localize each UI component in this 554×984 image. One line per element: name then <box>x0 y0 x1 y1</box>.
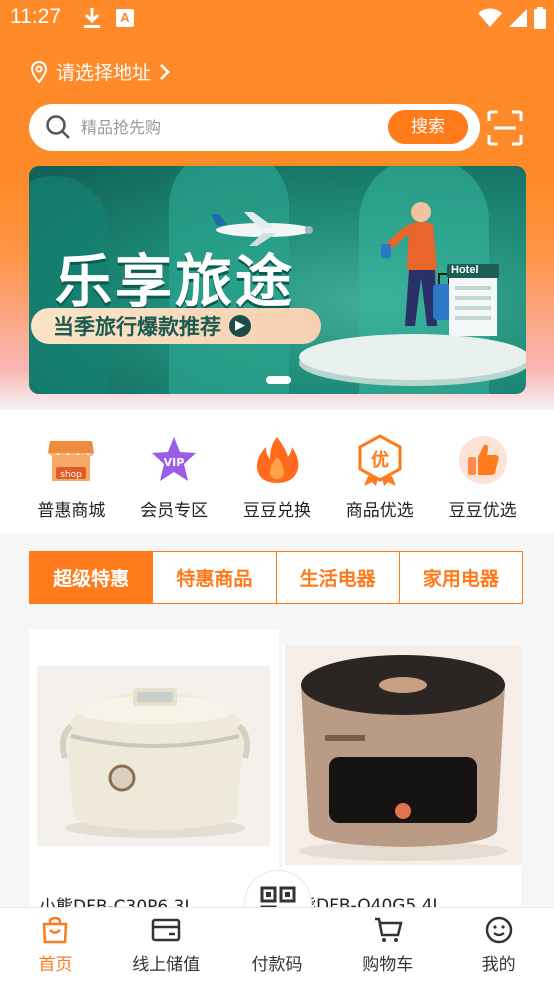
search-input[interactable] <box>81 112 401 142</box>
status-bar: 11:27 A <box>0 0 554 38</box>
quick-nav-item-exchange[interactable]: 豆豆兑换 <box>232 410 322 534</box>
tab-life-appliances[interactable]: 生活电器 <box>277 552 400 603</box>
quick-nav-item-picks[interactable]: 豆豆优选 <box>438 410 528 534</box>
status-indicators <box>478 7 546 29</box>
hotel-sign-text: Hotel <box>451 264 479 276</box>
scan-icon[interactable] <box>487 110 523 146</box>
shop-icon: shop <box>45 434 97 486</box>
app-notification-icon: A <box>116 9 134 27</box>
quick-nav-label: 豆豆优选 <box>448 501 517 521</box>
thumbs-up-icon <box>457 434 509 486</box>
product-card[interactable]: 小熊DFB-Q40G5 4L <box>282 645 521 916</box>
nav-label: 线上储值 <box>132 955 201 975</box>
wifi-icon <box>478 8 502 27</box>
status-time: 11:27 <box>10 5 61 28</box>
tab-home-appliances[interactable]: 家用电器 <box>400 552 522 603</box>
nav-payment-code[interactable]: 付款码 <box>222 908 333 984</box>
cart-icon <box>374 917 403 942</box>
search-bar: 搜索 <box>29 104 480 151</box>
quick-nav-label: 会员专区 <box>140 501 209 521</box>
location-pin-icon <box>30 60 48 83</box>
banner-title: 乐享旅途 <box>55 249 295 315</box>
nav-profile[interactable]: 我的 <box>443 908 554 984</box>
location-selector[interactable]: 请选择地址 <box>30 58 171 85</box>
location-label: 请选择地址 <box>56 62 152 84</box>
nav-label: 购物车 <box>362 955 414 975</box>
nav-home[interactable]: 首页 <box>0 908 111 984</box>
nav-top-up[interactable]: 线上储值 <box>111 908 222 984</box>
nav-cart[interactable]: 购物车 <box>332 908 443 984</box>
card-icon <box>151 918 181 942</box>
banner-stage <box>299 334 526 380</box>
chevron-right-icon <box>160 63 170 80</box>
product-card[interactable]: 小熊DFB-C30P6 3L <box>29 630 279 917</box>
nav-label: 付款码 <box>251 955 303 975</box>
search-icon <box>46 115 70 139</box>
badge-you-icon: 优 <box>354 434 406 486</box>
banner-subtitle: 当季旅行爆款推荐 <box>53 315 221 339</box>
flame-icon <box>251 434 303 486</box>
shop-icon-text: shop <box>61 470 83 480</box>
category-tabs: 超级特惠 特惠商品 生活电器 家用电器 <box>29 551 523 604</box>
arrow-right-icon: ▶ <box>229 315 251 337</box>
vip-star-icon: VIP <box>148 434 200 486</box>
download-icon <box>84 8 100 28</box>
nav-label: 首页 <box>38 955 73 975</box>
product-image <box>37 666 270 846</box>
hotel-sign: Hotel <box>447 264 499 336</box>
vip-icon-text: VIP <box>164 456 185 469</box>
quick-nav-label: 普惠商城 <box>37 501 106 521</box>
smile-icon <box>485 916 512 944</box>
nav-label: 我的 <box>481 955 516 975</box>
product-image <box>285 645 521 865</box>
banner-cta[interactable]: 当季旅行爆款推荐 ▶ <box>31 308 321 344</box>
bag-icon <box>43 916 68 944</box>
signal-icon <box>509 9 527 27</box>
quick-nav-item-vip[interactable]: VIP 会员专区 <box>129 410 219 534</box>
quick-nav-item-shop[interactable]: shop 普惠商城 <box>26 410 116 534</box>
quick-nav-item-select[interactable]: 优 商品优选 <box>335 410 425 534</box>
quick-nav-label: 豆豆兑换 <box>242 501 311 521</box>
promo-banner[interactable]: Hotel 乐享旅途 当季旅行爆款推荐 ▶ <box>29 166 526 394</box>
badge-you-text: 优 <box>371 449 389 471</box>
tab-special-products[interactable]: 特惠商品 <box>153 552 277 603</box>
search-button[interactable]: 搜索 <box>388 110 468 144</box>
tab-super-deals[interactable]: 超级特惠 <box>30 552 154 603</box>
quick-nav-label: 商品优选 <box>345 501 414 521</box>
bottom-nav: 首页 线上储值 付款码 购物车 我的 <box>0 907 554 984</box>
carousel-indicator[interactable] <box>266 376 291 384</box>
quick-nav: shop 普惠商城 VIP 会员专区 豆豆兑换 优 商品优选 豆豆优选 <box>0 410 554 534</box>
battery-icon <box>534 7 546 29</box>
